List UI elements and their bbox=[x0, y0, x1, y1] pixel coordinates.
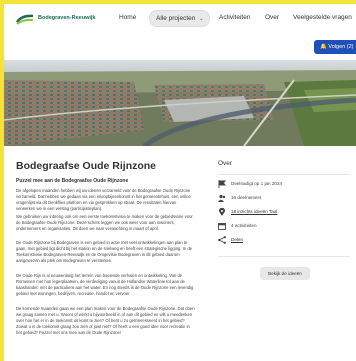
nav-about[interactable]: Over bbox=[265, 14, 279, 21]
share-icon bbox=[218, 236, 226, 244]
top-navigation: Bodegraven-Reeuwijk Home Alle projecten … bbox=[4, 4, 356, 35]
project-content: Bodegraafse Oude Rijnzone Puzzel mee aan… bbox=[4, 146, 356, 361]
nav-faq[interactable]: Veelgestelde vragen bbox=[293, 14, 352, 21]
paragraph-history: De Oude Rijn is al eeuwenlang het terrei… bbox=[16, 273, 194, 297]
nav-activities[interactable]: Activiteiten bbox=[219, 14, 250, 21]
nav-all-projects[interactable]: Alle projecten ⌄ bbox=[149, 10, 211, 27]
flag-icon bbox=[218, 180, 226, 188]
divider bbox=[218, 174, 350, 175]
aerial-photo bbox=[4, 60, 356, 146]
hero-image bbox=[4, 60, 356, 146]
logo-icon bbox=[16, 14, 34, 25]
view-ideas-button[interactable]: Bekijk de ideeën bbox=[260, 267, 310, 280]
nav-home[interactable]: Home bbox=[119, 14, 136, 21]
bell-icon: 🔔 bbox=[320, 44, 327, 50]
about-row-share-text: Delen bbox=[231, 237, 244, 242]
project-subtitle: Puzzel mee aan de Bodegraafse Oude Rijnz… bbox=[16, 178, 129, 184]
about-panel: Over Deelnadigt op 1 jan 2024 16 deelnem… bbox=[210, 152, 356, 286]
about-row-start-text: Deelnadigt op 1 jan 2024 bbox=[231, 181, 283, 186]
divider bbox=[218, 256, 350, 257]
brand-name: Bodegraven-Reeuwijk bbox=[38, 15, 96, 21]
project-action-bar: 🔔 Volgen (2) bbox=[4, 34, 356, 60]
about-row-participants-text: 16 deelnemers bbox=[231, 195, 262, 200]
chevron-down-icon: ⌄ bbox=[199, 16, 204, 22]
about-row-activities-text: 4 activiteiten bbox=[231, 223, 257, 228]
follow-button[interactable]: 🔔 Volgen (2) bbox=[314, 40, 356, 54]
paragraph-area: De Oude Rijnzone bij Bodegraven is een g… bbox=[16, 240, 192, 264]
about-heading: Over bbox=[218, 160, 233, 167]
people-icon bbox=[218, 194, 226, 202]
paragraph-intro: De afgelopen maanden hebben wij uw ideeë… bbox=[16, 188, 191, 212]
page-title: Bodegraafse Oude Rijnzone bbox=[16, 160, 157, 172]
nav-all-projects-label: Alle projecten bbox=[156, 15, 196, 22]
paragraph-vision: We gebruiken uw inbreng ook om een eerst… bbox=[16, 214, 193, 232]
location-icon bbox=[219, 208, 225, 216]
follow-button-label: Volgen (2) bbox=[328, 44, 354, 50]
paragraph-plan: De komende maanden gaan we een plan make… bbox=[16, 306, 195, 336]
brand-logo[interactable]: Bodegraven-Reeuwijk bbox=[16, 13, 104, 26]
calendar-icon bbox=[218, 223, 226, 230]
about-row-ideas-text: 18 inzichts ideeën Taal bbox=[231, 209, 278, 214]
